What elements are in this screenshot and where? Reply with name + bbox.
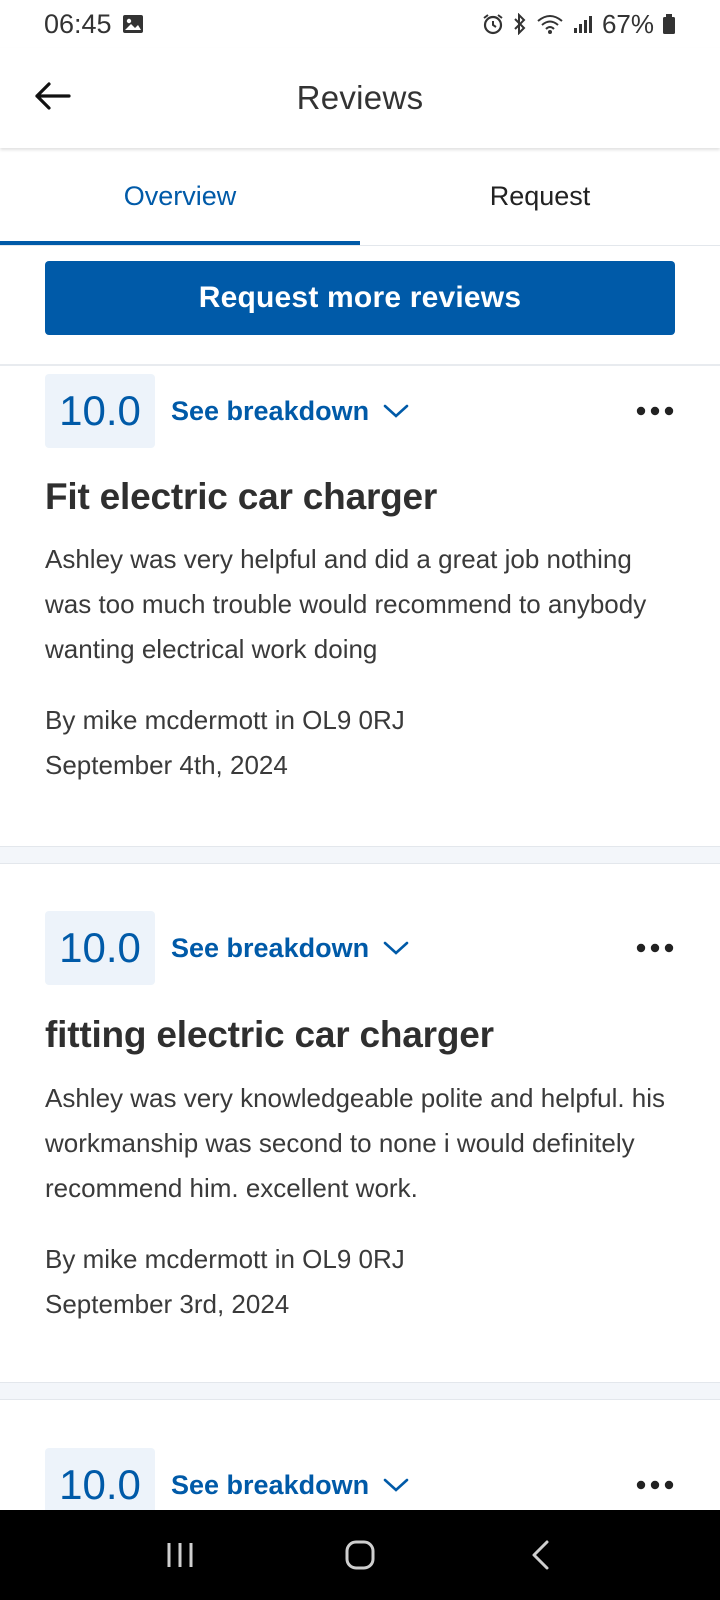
- tab-request[interactable]: Request: [360, 148, 720, 245]
- more-options-button[interactable]: [635, 1465, 675, 1505]
- review-header: 10.0 See breakdown: [45, 374, 675, 448]
- score-badge: 10.0: [45, 374, 155, 448]
- wifi-icon: [536, 13, 564, 35]
- chevron-down-icon: [383, 1478, 409, 1492]
- review-card: 10.0 See breakdown Fit electric car char…: [0, 368, 720, 846]
- review-author: By mike mcdermott in OL9 0RJ: [45, 705, 405, 735]
- review-date: September 3rd, 2024: [45, 1289, 290, 1319]
- more-horizontal-icon: [636, 943, 674, 953]
- status-bar: 06:45 67%: [0, 0, 720, 48]
- review-card: 10.0 See breakdown: [0, 1400, 720, 1522]
- more-horizontal-icon: [636, 1480, 674, 1490]
- battery-percent: 67%: [601, 8, 654, 39]
- more-options-button[interactable]: [635, 928, 675, 968]
- recent-apps-icon: [167, 1543, 193, 1567]
- recent-apps-button[interactable]: [150, 1525, 210, 1585]
- battery-icon: [662, 13, 676, 35]
- see-breakdown-label: See breakdown: [171, 395, 370, 426]
- signal-icon: [572, 13, 594, 35]
- see-breakdown-button[interactable]: See breakdown: [171, 396, 409, 427]
- image-icon: [122, 13, 144, 35]
- back-arrow-icon: [35, 82, 71, 110]
- system-nav-bar: [0, 1510, 720, 1600]
- tab-overview[interactable]: Overview: [0, 148, 360, 245]
- more-horizontal-icon: [636, 406, 674, 416]
- page-title: Reviews: [296, 79, 424, 116]
- tab-bar: Overview Request: [0, 148, 720, 246]
- system-back-button[interactable]: [510, 1525, 570, 1585]
- alarm-icon: [482, 13, 504, 35]
- request-more-reviews-button[interactable]: Request more reviews: [45, 261, 675, 335]
- see-breakdown-button[interactable]: See breakdown: [171, 1470, 409, 1501]
- review-card: 10.0 See breakdown fitting electric car …: [0, 864, 720, 1382]
- review-author: By mike mcdermott in OL9 0RJ: [45, 1244, 405, 1274]
- review-body: Ashley was very knowledgeable polite and…: [45, 1083, 666, 1203]
- bluetooth-icon: [512, 13, 528, 35]
- section-divider: [0, 846, 720, 864]
- see-breakdown-label: See breakdown: [171, 1469, 370, 1500]
- home-button[interactable]: [330, 1525, 390, 1585]
- app-bar: Reviews: [0, 48, 720, 148]
- more-options-button[interactable]: [635, 391, 675, 431]
- see-breakdown-label: See breakdown: [171, 932, 370, 963]
- back-button[interactable]: [30, 74, 74, 118]
- home-icon: [345, 1540, 375, 1570]
- back-icon: [532, 1540, 549, 1570]
- chevron-down-icon: [383, 404, 409, 418]
- request-area: Request more reviews: [0, 246, 720, 366]
- score-badge: 10.0: [45, 911, 155, 985]
- review-body: Ashley was very helpful and did a great …: [45, 544, 647, 664]
- chevron-down-icon: [383, 941, 409, 955]
- review-title: Fit electric car charger: [45, 476, 438, 517]
- review-header: 10.0 See breakdown: [45, 911, 675, 985]
- section-divider: [0, 1382, 720, 1400]
- review-title: fitting electric car charger: [45, 1014, 494, 1055]
- see-breakdown-button[interactable]: See breakdown: [171, 933, 409, 964]
- status-time: 06:45: [44, 8, 112, 39]
- review-date: September 4th, 2024: [45, 750, 288, 780]
